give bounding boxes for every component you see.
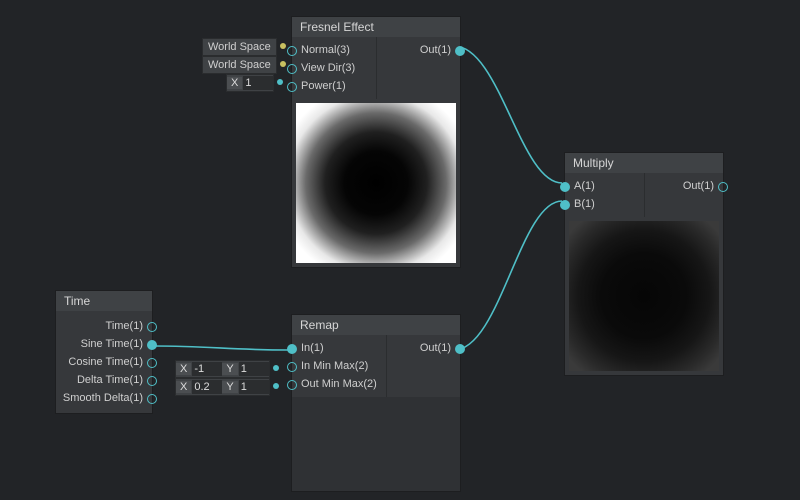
node-graph-canvas[interactable]: Fresnel Effect Normal(3) View Dir(3) Pow… <box>0 0 800 500</box>
field-y[interactable] <box>239 362 269 376</box>
field-x[interactable] <box>192 380 222 394</box>
port-label: Out(1) <box>680 180 717 192</box>
port-label: B(1) <box>571 198 598 210</box>
inlet-dot-icon <box>273 365 279 371</box>
port-label: Out(1) <box>417 44 454 56</box>
field-label-x: X <box>176 381 191 393</box>
node-multiply[interactable]: Multiply A(1) B(1) Out(1) <box>564 152 724 376</box>
port-label: Time(1) <box>103 320 146 332</box>
port-label: Sine Time(1) <box>78 338 146 350</box>
port-in[interactable] <box>287 380 297 390</box>
inlet-dropdown[interactable]: World Space <box>202 38 277 56</box>
node-title: Time <box>56 291 152 311</box>
inlet-number[interactable]: X <box>226 74 274 92</box>
field-label-x: X <box>227 77 242 89</box>
node-remap[interactable]: Remap In(1) In Min Max(2) Out Min Max(2)… <box>291 314 461 492</box>
port-out[interactable] <box>718 182 728 192</box>
port-label: Normal(3) <box>298 44 353 56</box>
port-in[interactable] <box>287 344 297 354</box>
port-in[interactable] <box>560 200 570 210</box>
port-label: View Dir(3) <box>298 62 358 74</box>
port-out[interactable] <box>455 46 465 56</box>
port-out[interactable] <box>147 376 157 386</box>
node-preview <box>292 397 460 491</box>
node-time[interactable]: Time Time(1) Sine Time(1) Cosine Time(1)… <box>55 290 153 414</box>
inlet-dropdown[interactable]: World Space <box>202 56 277 74</box>
node-preview <box>565 217 723 375</box>
node-fresnel-effect[interactable]: Fresnel Effect Normal(3) View Dir(3) Pow… <box>291 16 461 268</box>
port-label: Cosine Time(1) <box>65 356 146 368</box>
port-out[interactable] <box>147 358 157 368</box>
port-label: Out(1) <box>417 342 454 354</box>
port-label: In Min Max(2) <box>298 360 371 372</box>
port-out[interactable] <box>147 394 157 404</box>
inlet-label: World Space <box>208 59 271 71</box>
inlet-number[interactable]: X Y <box>175 378 270 396</box>
port-in[interactable] <box>287 362 297 372</box>
field-label-x: X <box>176 363 191 375</box>
node-preview <box>292 99 460 267</box>
field-x[interactable] <box>243 76 273 90</box>
port-in[interactable] <box>287 46 297 56</box>
port-label: In(1) <box>298 342 327 354</box>
inlet-dot-icon <box>277 79 283 85</box>
port-in[interactable] <box>560 182 570 192</box>
field-y[interactable] <box>239 380 269 394</box>
port-label: Power(1) <box>298 80 349 92</box>
port-label: A(1) <box>571 180 598 192</box>
port-in[interactable] <box>287 64 297 74</box>
inlet-dot-icon <box>273 383 279 389</box>
field-label-y: Y <box>222 363 237 375</box>
inlet-number[interactable]: X Y <box>175 360 270 378</box>
field-x[interactable] <box>192 362 222 376</box>
port-out[interactable] <box>455 344 465 354</box>
field-label-y: Y <box>222 381 237 393</box>
node-title: Fresnel Effect <box>292 17 460 37</box>
port-label: Smooth Delta(1) <box>60 392 146 404</box>
port-label: Out Min Max(2) <box>298 378 380 390</box>
inlet-label: World Space <box>208 41 271 53</box>
node-title: Remap <box>292 315 460 335</box>
port-out[interactable] <box>147 340 157 350</box>
port-out[interactable] <box>147 322 157 332</box>
port-in[interactable] <box>287 82 297 92</box>
node-title: Multiply <box>565 153 723 173</box>
port-label: Delta Time(1) <box>74 374 146 386</box>
